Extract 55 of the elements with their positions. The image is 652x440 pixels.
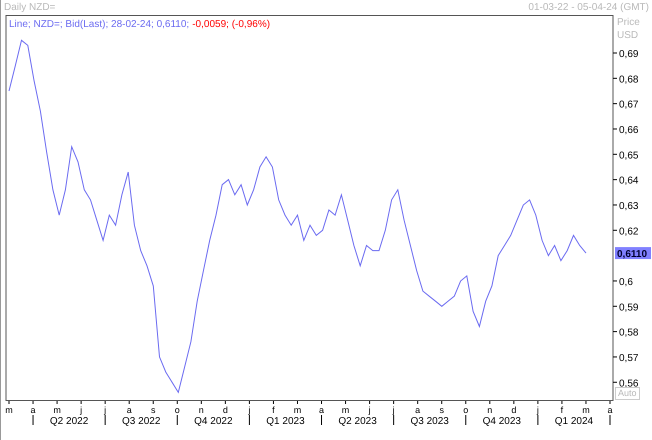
month-label: a — [126, 405, 132, 415]
quarter-label: Q4 2022 — [194, 416, 233, 427]
month-label: n — [198, 405, 204, 415]
month-label: s — [439, 405, 444, 415]
axis-title: Price — [617, 16, 640, 29]
y-tick-label: 0,69 — [619, 49, 638, 60]
month-label: a — [319, 405, 324, 415]
date-range: 01-03-22 - 05-04-24 (GMT) — [528, 1, 649, 15]
y-tick-label: 0,56 — [619, 378, 638, 390]
month-label: j — [248, 405, 250, 415]
month-label: n — [487, 405, 492, 415]
y-tick-label: 0,66 — [619, 124, 638, 136]
y-tick-label: 0,57 — [619, 352, 638, 364]
month-label: m — [342, 405, 350, 415]
month-label: j — [80, 405, 82, 415]
y-tick-label: 0,62 — [619, 226, 638, 238]
month-label: o — [463, 405, 468, 415]
month-label: j — [536, 405, 539, 415]
month-label: f — [272, 405, 275, 415]
quarter-label: Q2 2022 — [50, 416, 88, 427]
axis-title: USD — [617, 29, 640, 42]
month-label: m — [294, 405, 302, 415]
month-label: a — [30, 405, 36, 415]
y-tick-label: 0,59 — [619, 302, 638, 314]
y-tick-label: 0,67 — [619, 100, 638, 111]
y-tick-label: 0,65 — [619, 150, 638, 162]
quarter-label: Q3 2023 — [410, 416, 449, 427]
month-label: s — [151, 405, 156, 415]
quarter-label: Q2 2023 — [338, 416, 377, 427]
month-label: a — [415, 405, 420, 415]
month-label: d — [511, 405, 516, 415]
quarter-label: Q4 2023 — [482, 416, 521, 427]
auto-button[interactable]: Auto — [615, 387, 640, 400]
quarter-label: Q1 2024 — [554, 416, 594, 427]
month-label: j — [104, 405, 106, 415]
chart-title: Daily NZD= — [4, 1, 56, 15]
y-tick-label: 0,6 — [619, 276, 633, 288]
change-text: -0,0059; (-0,96%) — [192, 18, 270, 32]
month-label: j — [368, 405, 371, 415]
month-label: m — [53, 405, 61, 415]
month-label: o — [174, 405, 180, 415]
last-value-tag: 0,6110 — [615, 247, 651, 260]
month-label: d — [222, 405, 228, 415]
legend-text: Line; NZD=; Bid(Last); 28-02-24; 0,6110; — [9, 18, 190, 32]
month-label: m — [5, 405, 13, 415]
quarter-label: Q3 2022 — [122, 416, 160, 427]
y-tick-label: 0,64 — [619, 176, 638, 187]
quarter-label: Q1 2023 — [266, 416, 305, 427]
y-tick-label: 0,58 — [619, 328, 638, 339]
y-tick-label: 0,63 — [619, 200, 638, 212]
month-label: f — [560, 405, 564, 415]
y-tick-label: 0,68 — [619, 74, 638, 86]
month-label: a — [608, 405, 612, 415]
month-label: m — [582, 405, 590, 415]
month-label: j — [392, 405, 395, 415]
